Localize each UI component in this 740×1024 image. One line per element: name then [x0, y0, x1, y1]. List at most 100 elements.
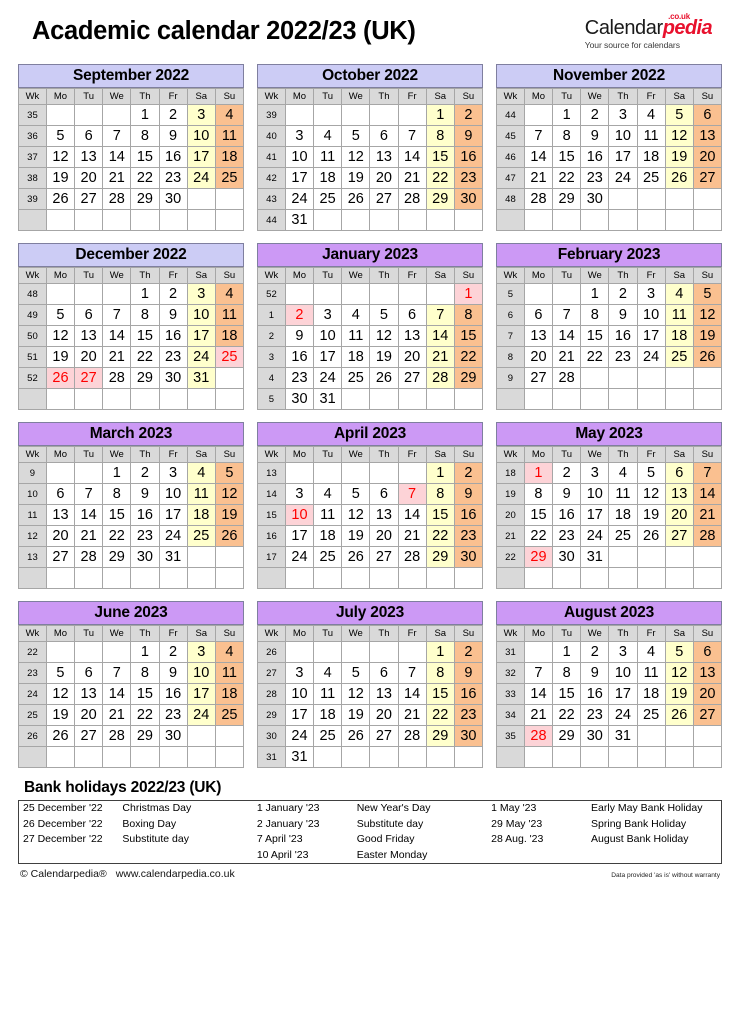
- day-cell[interactable]: 24: [186, 704, 216, 726]
- day-cell[interactable]: 27: [664, 525, 694, 547]
- day-cell[interactable]: 11: [636, 125, 666, 147]
- day-cell[interactable]: 2: [158, 641, 188, 663]
- day-cell[interactable]: 4: [341, 304, 371, 326]
- day-cell[interactable]: 12: [341, 683, 371, 705]
- day-cell[interactable]: 14: [102, 683, 132, 705]
- day-cell[interactable]: 7: [523, 662, 554, 684]
- day-cell[interactable]: 21: [74, 525, 104, 547]
- day-cell[interactable]: 18: [341, 346, 371, 368]
- day-cell[interactable]: 1: [580, 283, 610, 305]
- day-cell[interactable]: 29: [523, 546, 554, 568]
- day-cell[interactable]: 10: [186, 304, 216, 326]
- day-cell[interactable]: 27: [692, 704, 723, 726]
- day-cell[interactable]: 20: [369, 167, 399, 189]
- day-cell[interactable]: 3: [186, 283, 216, 305]
- day-cell[interactable]: 23: [158, 346, 188, 368]
- day-cell[interactable]: 16: [158, 325, 188, 347]
- day-cell[interactable]: 25: [636, 167, 666, 189]
- day-cell[interactable]: 3: [636, 283, 666, 305]
- day-cell[interactable]: 21: [523, 704, 554, 726]
- day-cell[interactable]: 2: [580, 641, 610, 663]
- day-cell[interactable]: 31: [580, 546, 610, 568]
- day-cell[interactable]: 5: [214, 462, 245, 484]
- day-cell[interactable]: 28: [552, 367, 582, 389]
- day-cell[interactable]: 13: [369, 683, 399, 705]
- day-cell[interactable]: 21: [397, 167, 427, 189]
- day-cell[interactable]: 4: [636, 104, 666, 126]
- day-cell[interactable]: 24: [580, 525, 610, 547]
- day-cell[interactable]: 23: [130, 525, 160, 547]
- day-cell[interactable]: 15: [425, 146, 455, 168]
- day-cell[interactable]: 31: [284, 209, 315, 231]
- day-cell[interactable]: 12: [636, 483, 666, 505]
- day-cell[interactable]: 3: [284, 125, 315, 147]
- day-cell[interactable]: 25: [214, 346, 245, 368]
- day-cell[interactable]: 26: [341, 725, 371, 747]
- day-cell[interactable]: 2: [580, 104, 610, 126]
- day-cell[interactable]: 17: [284, 704, 315, 726]
- day-cell[interactable]: 23: [284, 367, 315, 389]
- day-cell[interactable]: 19: [341, 704, 371, 726]
- day-cell[interactable]: 24: [284, 188, 315, 210]
- day-cell[interactable]: 27: [369, 546, 399, 568]
- day-cell[interactable]: 11: [214, 304, 245, 326]
- day-cell[interactable]: 17: [313, 346, 343, 368]
- day-cell[interactable]: 10: [636, 304, 666, 326]
- day-cell[interactable]: 24: [636, 346, 666, 368]
- day-cell[interactable]: 26: [692, 346, 723, 368]
- day-cell[interactable]: 2: [284, 304, 315, 326]
- day-cell[interactable]: 5: [45, 304, 76, 326]
- day-cell[interactable]: 2: [552, 462, 582, 484]
- day-cell[interactable]: 18: [214, 146, 245, 168]
- day-cell[interactable]: 26: [45, 725, 76, 747]
- day-cell[interactable]: 2: [453, 462, 484, 484]
- day-cell[interactable]: 26: [664, 167, 694, 189]
- day-cell[interactable]: 7: [102, 125, 132, 147]
- day-cell[interactable]: 7: [74, 483, 104, 505]
- day-cell[interactable]: 1: [102, 462, 132, 484]
- day-cell[interactable]: 8: [102, 483, 132, 505]
- day-cell[interactable]: 13: [692, 125, 723, 147]
- day-cell[interactable]: 29: [453, 367, 484, 389]
- day-cell[interactable]: 16: [284, 346, 315, 368]
- day-cell[interactable]: 12: [341, 504, 371, 526]
- day-cell[interactable]: 9: [453, 662, 484, 684]
- day-cell[interactable]: 7: [425, 304, 455, 326]
- day-cell[interactable]: 17: [186, 683, 216, 705]
- day-cell[interactable]: 18: [313, 704, 343, 726]
- day-cell[interactable]: 28: [523, 188, 554, 210]
- day-cell[interactable]: 6: [523, 304, 554, 326]
- day-cell[interactable]: 30: [158, 725, 188, 747]
- day-cell[interactable]: 8: [130, 125, 160, 147]
- day-cell[interactable]: 4: [214, 283, 245, 305]
- day-cell[interactable]: 30: [580, 188, 610, 210]
- day-cell[interactable]: 21: [102, 167, 132, 189]
- day-cell[interactable]: 19: [692, 325, 723, 347]
- day-cell[interactable]: 26: [45, 188, 76, 210]
- day-cell[interactable]: 21: [552, 346, 582, 368]
- day-cell[interactable]: 24: [608, 704, 638, 726]
- day-cell[interactable]: 1: [453, 283, 484, 305]
- day-cell[interactable]: 3: [284, 483, 315, 505]
- day-cell[interactable]: 25: [636, 704, 666, 726]
- day-cell[interactable]: 27: [74, 367, 104, 389]
- day-cell[interactable]: 21: [102, 346, 132, 368]
- day-cell[interactable]: 8: [523, 483, 554, 505]
- day-cell[interactable]: 11: [636, 662, 666, 684]
- day-cell[interactable]: 23: [608, 346, 638, 368]
- day-cell[interactable]: 20: [692, 146, 723, 168]
- day-cell[interactable]: 22: [523, 525, 554, 547]
- day-cell[interactable]: 15: [102, 504, 132, 526]
- day-cell[interactable]: 12: [45, 683, 76, 705]
- day-cell[interactable]: 9: [580, 662, 610, 684]
- day-cell[interactable]: 8: [552, 662, 582, 684]
- day-cell[interactable]: 10: [186, 662, 216, 684]
- day-cell[interactable]: 11: [313, 146, 343, 168]
- day-cell[interactable]: 29: [425, 188, 455, 210]
- day-cell[interactable]: 28: [397, 188, 427, 210]
- day-cell[interactable]: 9: [284, 325, 315, 347]
- day-cell[interactable]: 4: [186, 462, 216, 484]
- day-cell[interactable]: 9: [158, 125, 188, 147]
- day-cell[interactable]: 20: [397, 346, 427, 368]
- day-cell[interactable]: 17: [186, 325, 216, 347]
